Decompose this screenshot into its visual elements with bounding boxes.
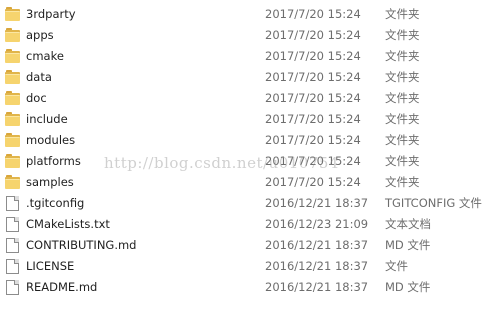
- file-date: 2016/12/21 18:37: [265, 196, 369, 210]
- list-item[interactable]: apps 2017/7/20 15:24 文件夹: [0, 25, 494, 46]
- list-item[interactable]: .tgitconfig 2016/12/21 18:37 TGITCONFIG …: [0, 193, 494, 214]
- file-name: platforms: [26, 154, 81, 168]
- list-item[interactable]: platforms 2017/7/20 15:24 文件夹: [0, 151, 494, 172]
- file-type: 文本文档: [385, 217, 431, 231]
- folder-icon: [5, 7, 21, 21]
- file-name: LICENSE: [26, 259, 75, 273]
- folder-icon: [5, 154, 21, 168]
- file-name: CONTRIBUTING.md: [26, 238, 137, 252]
- file-icon: [6, 280, 19, 295]
- file-date: 2017/7/20 15:24: [265, 70, 361, 84]
- folder-icon: [5, 49, 21, 63]
- file-date: 2017/7/20 15:24: [265, 91, 361, 105]
- file-type: 文件夹: [385, 175, 420, 189]
- file-name: .tgitconfig: [26, 196, 85, 210]
- list-item[interactable]: samples 2017/7/20 15:24 文件夹: [0, 172, 494, 193]
- file-name: samples: [26, 175, 74, 189]
- list-item[interactable]: README.md 2016/12/21 18:37 MD 文件: [0, 277, 494, 298]
- list-item[interactable]: CMakeLists.txt 2016/12/23 21:09 文本文档: [0, 214, 494, 235]
- file-type: 文件夹: [385, 91, 420, 105]
- file-date: 2017/7/20 15:24: [265, 133, 361, 147]
- file-date: 2016/12/21 18:37: [265, 280, 369, 294]
- file-date: 2017/7/20 15:24: [265, 154, 361, 168]
- file-date: 2016/12/21 18:37: [265, 238, 369, 252]
- file-date: 2017/7/20 15:24: [265, 112, 361, 126]
- folder-icon: [5, 70, 21, 84]
- file-name: doc: [26, 91, 47, 105]
- file-type: 文件夹: [385, 70, 420, 84]
- file-type: 文件夹: [385, 49, 420, 63]
- file-type: 文件夹: [385, 154, 420, 168]
- file-type: MD 文件: [385, 238, 431, 252]
- file-name: apps: [26, 28, 54, 42]
- file-date: 2017/7/20 15:24: [265, 7, 361, 21]
- file-type: TGITCONFIG 文件: [385, 196, 482, 210]
- file-icon: [6, 259, 19, 274]
- list-item[interactable]: data 2017/7/20 15:24 文件夹: [0, 67, 494, 88]
- list-item[interactable]: cmake 2017/7/20 15:24 文件夹: [0, 46, 494, 67]
- list-item[interactable]: doc 2017/7/20 15:24 文件夹: [0, 88, 494, 109]
- file-name: CMakeLists.txt: [26, 217, 110, 231]
- file-type: MD 文件: [385, 280, 431, 294]
- file-name: 3rdparty: [26, 7, 76, 21]
- file-type: 文件夹: [385, 112, 420, 126]
- file-date: 2016/12/23 21:09: [265, 217, 369, 231]
- file-date: 2017/7/20 15:24: [265, 28, 361, 42]
- file-icon: [6, 196, 19, 211]
- file-type: 文件夹: [385, 7, 420, 21]
- file-name: data: [26, 70, 52, 84]
- file-list: 3rdparty 2017/7/20 15:24 文件夹 apps 2017/7…: [0, 4, 494, 298]
- file-type: 文件夹: [385, 28, 420, 42]
- file-type: 文件: [385, 259, 408, 273]
- file-date: 2017/7/20 15:24: [265, 175, 361, 189]
- file-icon: [6, 238, 19, 253]
- list-item[interactable]: LICENSE 2016/12/21 18:37 文件: [0, 256, 494, 277]
- file-name: include: [26, 112, 68, 126]
- folder-icon: [5, 91, 21, 105]
- list-item[interactable]: 3rdparty 2017/7/20 15:24 文件夹: [0, 4, 494, 25]
- list-item[interactable]: modules 2017/7/20 15:24 文件夹: [0, 130, 494, 151]
- list-item[interactable]: include 2017/7/20 15:24 文件夹: [0, 109, 494, 130]
- file-name: cmake: [26, 49, 64, 63]
- folder-icon: [5, 112, 21, 126]
- file-type: 文件夹: [385, 133, 420, 147]
- folder-icon: [5, 28, 21, 42]
- file-name: modules: [26, 133, 76, 147]
- file-icon: [6, 217, 19, 232]
- file-date: 2016/12/21 18:37: [265, 259, 369, 273]
- folder-icon: [5, 133, 21, 147]
- folder-icon: [5, 175, 21, 189]
- file-name: README.md: [26, 280, 98, 294]
- file-date: 2017/7/20 15:24: [265, 49, 361, 63]
- list-item[interactable]: CONTRIBUTING.md 2016/12/21 18:37 MD 文件: [0, 235, 494, 256]
